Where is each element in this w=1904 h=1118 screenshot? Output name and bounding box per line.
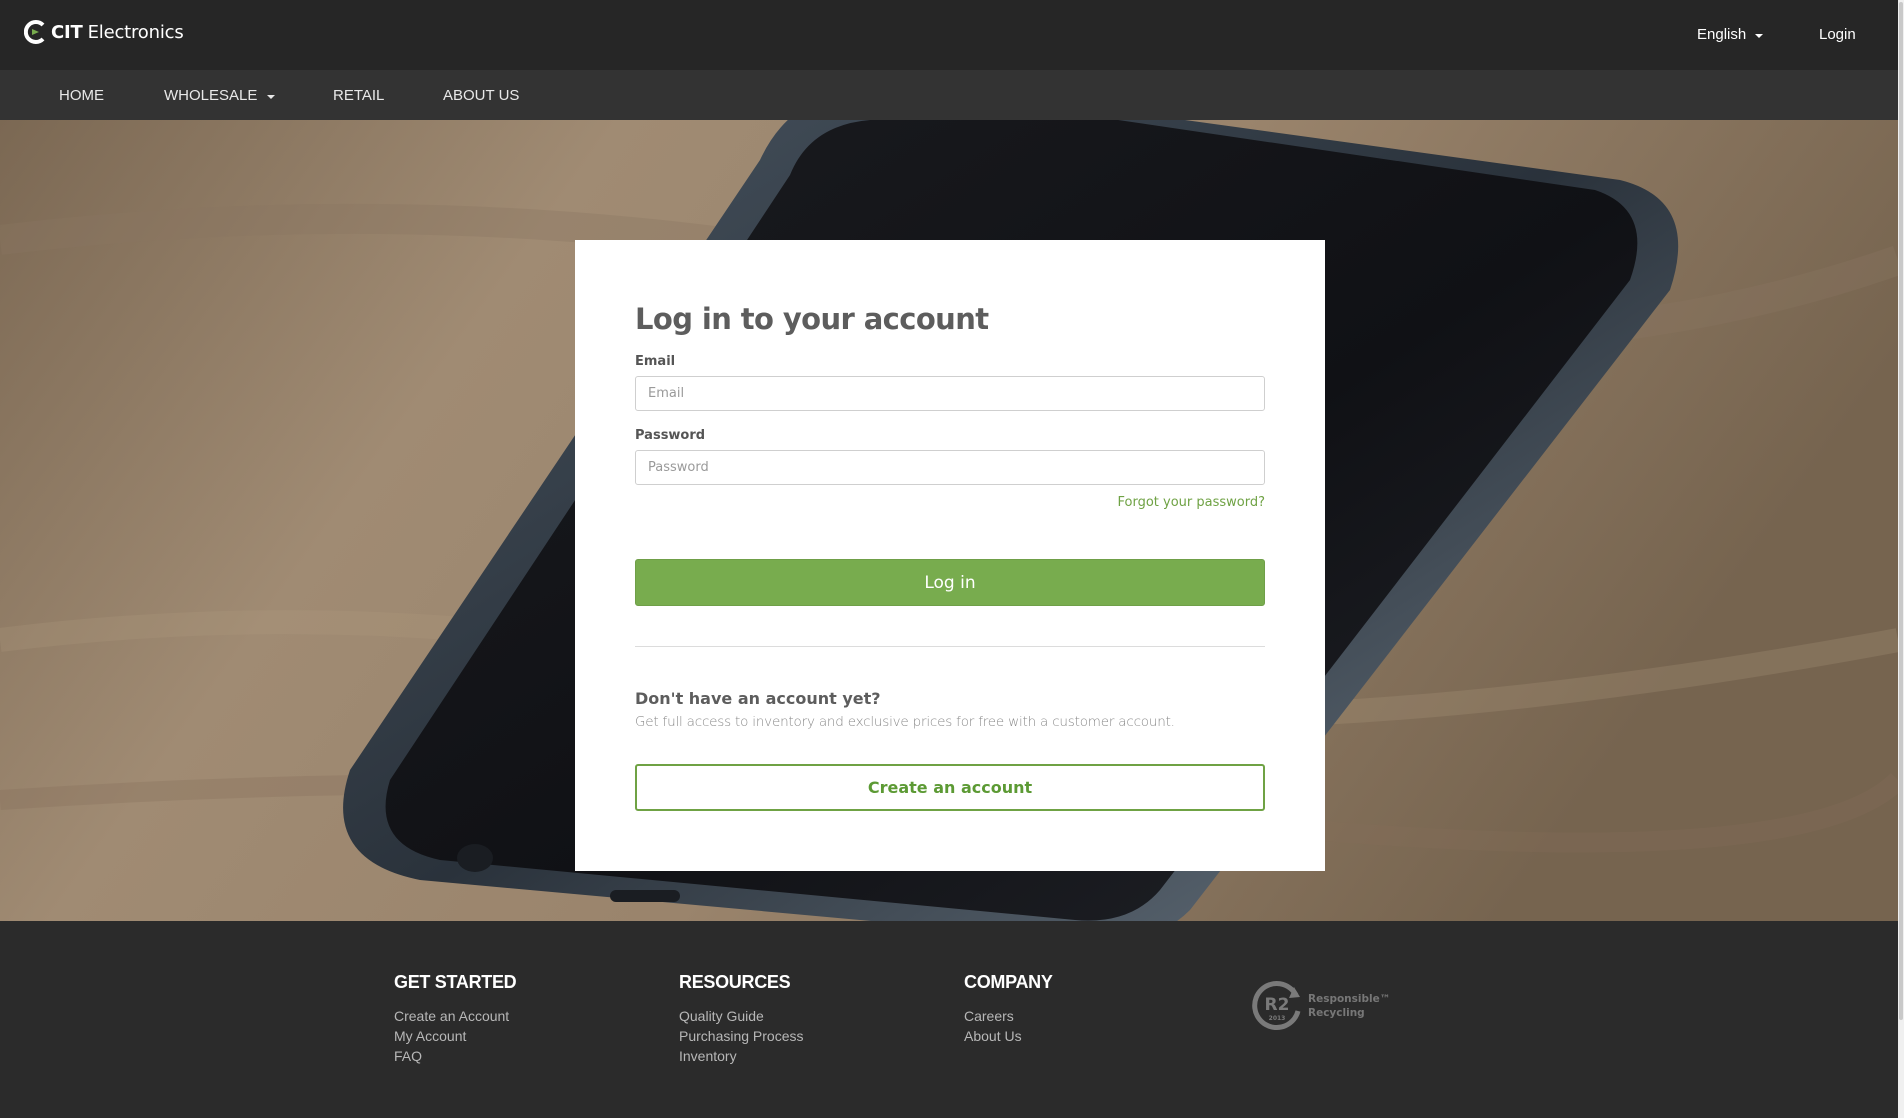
email-label: Email (635, 354, 676, 369)
footer: GET STARTED Create an Account My Account… (0, 921, 1898, 1118)
r2-badge-line: Recycling (1308, 1007, 1365, 1019)
page-title: Log in to your account (635, 302, 989, 336)
header-login-link[interactable]: Login (1819, 26, 1856, 43)
r2-mark: R2 (1265, 995, 1290, 1015)
language-label: English (1697, 26, 1747, 43)
signup-heading: Don't have an account yet? (635, 689, 881, 708)
footer-heading: COMPANY (964, 972, 1053, 992)
password-field[interactable] (635, 450, 1265, 485)
footer-link-inventory[interactable]: Inventory (679, 1046, 804, 1066)
signup-description: Get full access to inventory and exclusi… (635, 714, 1175, 730)
footer-heading: GET STARTED (394, 972, 517, 992)
footer-column-company: COMPANY Careers About Us (964, 972, 1053, 1046)
chevron-down-icon (1755, 33, 1764, 38)
nav-item-label: ABOUT US (443, 87, 520, 104)
footer-link-create-account[interactable]: Create an Account (394, 1006, 516, 1026)
footer-column-get-started: GET STARTED Create an Account My Account… (394, 972, 517, 1066)
footer-link-careers[interactable]: Careers (964, 1006, 1053, 1026)
scrollbar-thumb[interactable] (1899, 2, 1903, 1020)
login-button[interactable]: Log in (635, 559, 1265, 606)
password-label: Password (635, 428, 706, 443)
chevron-down-icon (267, 94, 276, 99)
footer-link-my-account[interactable]: My Account (394, 1026, 516, 1046)
nav-item-retail[interactable]: RETAIL (333, 87, 384, 104)
create-account-button[interactable]: Create an account (635, 764, 1265, 811)
page-scrollbar[interactable] (1898, 0, 1904, 1118)
footer-link-purchasing-process[interactable]: Purchasing Process (679, 1026, 804, 1046)
nav-item-home[interactable]: HOME (59, 87, 104, 104)
email-field[interactable] (635, 376, 1265, 411)
nav-item-wholesale[interactable]: WHOLESALE (164, 87, 276, 104)
site-logo[interactable]: CIT Electronics (24, 20, 184, 44)
top-bar: CIT Electronics English Login (0, 0, 1898, 70)
nav-item-label: RETAIL (333, 87, 385, 104)
footer-column-resources: RESOURCES Quality Guide Purchasing Proce… (679, 972, 804, 1066)
nav-item-label: HOME (59, 87, 104, 104)
language-selector[interactable]: English (1697, 26, 1764, 43)
r2-year: 2013 (1269, 1015, 1286, 1022)
logo-text: CIT Electronics (51, 21, 184, 43)
r2-badge-text: Responsible™ Recycling (1308, 992, 1390, 1020)
main-nav: HOME WHOLESALE RETAIL ABOUT US (0, 70, 1898, 120)
footer-link-about-us[interactable]: About Us (964, 1026, 1053, 1046)
r2-recycling-logo-icon: R2 2013 (1252, 981, 1301, 1030)
divider (635, 646, 1265, 647)
r2-badge: R2 2013 Responsible™ Recycling (1250, 979, 1390, 1033)
nav-item-about-us[interactable]: ABOUT US (443, 87, 519, 104)
forgot-password-link[interactable]: Forgot your password? (1117, 495, 1265, 510)
nav-item-label: WHOLESALE (164, 87, 258, 104)
footer-link-faq[interactable]: FAQ (394, 1046, 516, 1066)
footer-heading: RESOURCES (679, 972, 791, 992)
r2-badge-line: Responsible™ (1308, 993, 1391, 1005)
login-card: Log in to your account Email Password Fo… (575, 240, 1325, 871)
cit-logo-icon (24, 20, 48, 44)
footer-link-quality-guide[interactable]: Quality Guide (679, 1006, 804, 1026)
